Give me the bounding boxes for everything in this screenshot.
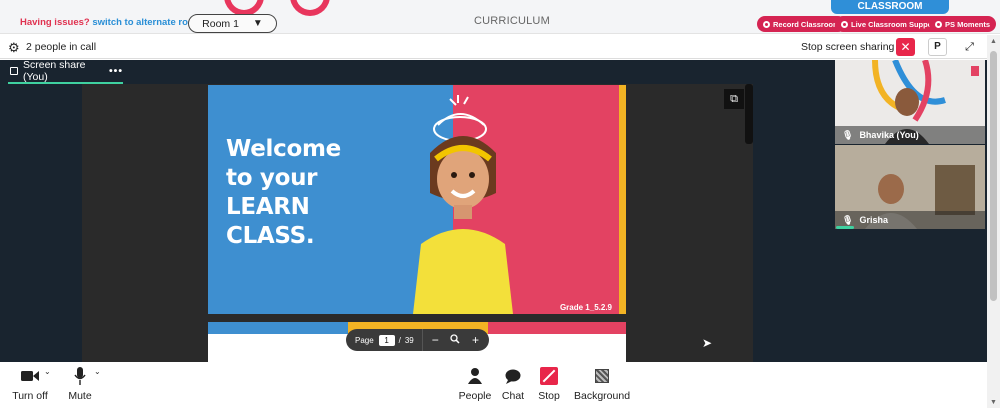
video-camera-icon (12, 366, 48, 386)
connection-issues-notice: Having issues? switch to alternate room (20, 17, 202, 28)
stop-share-icon (540, 367, 558, 385)
people-label: People (458, 390, 492, 402)
participant-label: 🎙 Bhavika (You) (835, 126, 985, 144)
background-button[interactable]: Background (574, 366, 630, 402)
fullscreen-icon[interactable]: ⤢ (960, 38, 979, 56)
mute-label: Mute (68, 390, 92, 402)
scroll-down-icon[interactable]: ▼ (990, 399, 997, 406)
stop-sharing-button[interactable]: ✕ (896, 38, 915, 56)
mouse-cursor-icon: ➤ (702, 336, 713, 350)
chat-icon (500, 366, 526, 386)
microphone-icon: 🎙 (842, 129, 854, 140)
zoom-icon[interactable] (449, 333, 462, 347)
page-controls: Page 1 / 39 − + (346, 329, 489, 351)
call-header: ⚙ 2 people in call Stop screen sharing ✕… (0, 35, 987, 59)
tab-classroom[interactable]: CLASSROOM (831, 0, 949, 14)
popout-icon[interactable]: ⧉ (724, 89, 744, 109)
tab-curriculum[interactable]: CURRICULUM (474, 15, 550, 27)
gear-icon[interactable]: ⚙ (8, 40, 20, 56)
room-select[interactable]: Room 1 ▼ (188, 14, 277, 33)
zoom-out-icon[interactable]: − (429, 333, 442, 347)
top-bar: Having issues? switch to alternate room … (0, 0, 1000, 34)
shared-screen: Welcome to your LEARN CLASS. Grade 1_5.2… (82, 84, 753, 362)
record-icon (763, 20, 770, 28)
record-classroom-label: Record Classroom (773, 19, 840, 29)
participant-tile-grisha[interactable]: 🎙 Grisha (835, 145, 985, 229)
moments-icon (935, 20, 942, 28)
page-number-input[interactable]: 1 (378, 334, 395, 346)
page-separator: / (398, 335, 401, 345)
switch-room-link[interactable]: switch to alternate room (92, 17, 202, 28)
support-icon (841, 20, 848, 28)
zoom-in-icon[interactable]: + (469, 333, 482, 347)
people-count: 2 people in call (26, 41, 97, 53)
live-support-button[interactable]: Live Classroom Support (835, 16, 944, 32)
grade-label: Grade 1_5.2.9 (559, 303, 612, 312)
microphone-icon (66, 366, 94, 386)
background-icon (595, 369, 609, 383)
screen-share-label: Screen share (You) (22, 59, 86, 83)
scroll-up-icon[interactable]: ▲ (990, 38, 997, 45)
monitor-icon (10, 67, 18, 75)
more-options-icon[interactable]: ••• (109, 65, 123, 77)
page-scrollbar[interactable]: ▲ ▼ (987, 35, 1000, 408)
chat-button[interactable]: Chat (500, 366, 526, 402)
issues-text: Having issues? (20, 17, 90, 28)
scrollbar-thumb[interactable] (990, 51, 997, 301)
shared-screen-scrollbar[interactable] (745, 84, 753, 144)
presenter-button[interactable]: P (928, 38, 947, 56)
participant-name: Bhavika (You) (859, 130, 919, 140)
camera-label: Turn off (12, 390, 48, 402)
meeting-stage: Screen share (You) ••• Welcome to your L… (0, 59, 987, 362)
stop-sharing-label: Stop screen sharing (801, 41, 895, 53)
mute-button[interactable]: Mute (66, 366, 94, 402)
app-root: Having issues? switch to alternate room … (0, 0, 1000, 408)
page-label: Page (355, 335, 374, 345)
participant-name: Grisha (859, 215, 888, 225)
stop-label: Stop (538, 390, 560, 402)
screen-share-tab[interactable]: Screen share (You) ••• (8, 59, 123, 84)
chevron-down-icon[interactable]: ⌄ (44, 367, 51, 376)
chevron-down-icon[interactable]: ⌄ (94, 367, 101, 376)
participant-label: 🎙 Grisha (835, 211, 985, 229)
background-label: Background (574, 390, 631, 402)
microphone-icon: 🎙 (842, 214, 854, 225)
room-select-value: Room 1 (202, 17, 239, 30)
decorative-arc (290, 0, 330, 16)
chevron-down-icon: ▼ (252, 18, 263, 29)
student-illustration (413, 95, 513, 314)
bottom-toolbar: Turn off ⌄ Mute ⌄ People Chat Stop Backg… (0, 362, 987, 408)
people-icon (458, 366, 492, 386)
record-classroom-button[interactable]: Record Classroom (757, 16, 846, 32)
speaking-indicator (836, 226, 854, 229)
ps-moments-label: PS Moments (945, 19, 991, 29)
slide-1: Welcome to your LEARN CLASS. Grade 1_5.2… (208, 85, 626, 314)
camera-button[interactable]: Turn off (12, 366, 48, 402)
chat-label: Chat (501, 390, 525, 402)
ps-moments-button[interactable]: PS Moments (929, 16, 997, 32)
participant-tile-bhavika[interactable]: 🎙 Bhavika (You) (835, 60, 985, 144)
total-pages: 39 (404, 335, 414, 345)
slide-title: Welcome to your LEARN CLASS. (226, 136, 341, 249)
live-support-label: Live Classroom Support (851, 19, 938, 29)
stop-share-button[interactable]: Stop (536, 366, 562, 402)
people-button[interactable]: People (458, 366, 492, 402)
